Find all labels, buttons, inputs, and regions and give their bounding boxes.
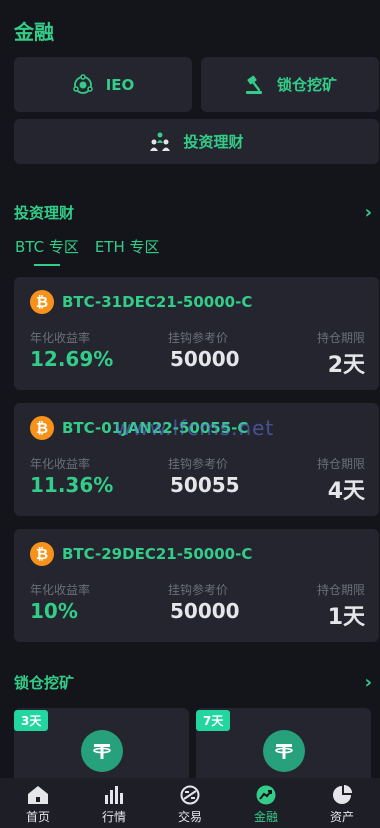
term-label: 持仓期限 [316, 331, 365, 345]
product-card[interactable]: ₿ BTC-31DEC21-50000-C 年化收益率 挂钩参考价 持仓期限 1… [14, 277, 379, 390]
tab-label: 行情 [101, 810, 126, 824]
home-icon [28, 786, 48, 804]
term-label: 持仓期限 [316, 457, 365, 471]
investment-people-icon [149, 131, 171, 153]
lock-mining-section-title: 锁仓挖矿 [14, 674, 75, 692]
annual-yield-value: 12.69% [30, 347, 114, 371]
term-label: 持仓期限 [316, 583, 365, 597]
bottom-tab-bar: 首页 行情 交易 金融 资产 [0, 778, 380, 828]
ieo-orbit-icon [72, 73, 94, 96]
lock-mining-label: 锁仓挖矿 [276, 76, 337, 94]
lock-mining-tile[interactable]: 锁仓挖矿 [201, 57, 379, 112]
market-bars-icon [105, 786, 123, 804]
product-name: BTC-29DEC21-50000-C [62, 545, 253, 563]
tab-label: 交易 [177, 810, 202, 824]
annual-yield-label: 年化收益率 [30, 457, 91, 471]
lock-mining-section-header[interactable]: 锁仓挖矿 › [14, 672, 372, 693]
page-title: 金融 [14, 20, 54, 44]
watermark: www.lfcms.net [115, 416, 275, 440]
duration-badge: 3天 [14, 710, 49, 731]
bitcoin-icon: ₿ [30, 290, 54, 314]
term-value: 1天 [327, 605, 365, 630]
bitcoin-icon: ₿ [30, 542, 54, 566]
investment-label: 投资理财 [183, 133, 244, 151]
chevron-right-icon[interactable]: › [365, 672, 372, 693]
annual-yield-label: 年化收益率 [30, 583, 91, 597]
bitcoin-icon: ₿ [30, 416, 54, 440]
tab-market[interactable]: 行情 [76, 778, 152, 828]
chevron-right-icon[interactable]: › [365, 202, 372, 223]
annual-yield-label: 年化收益率 [30, 331, 91, 345]
ref-price-value: 50000 [170, 347, 240, 371]
ref-price-label: 挂钩参考价 [168, 457, 229, 471]
annual-yield-value: 10% [30, 599, 78, 623]
finance-trend-icon [256, 785, 276, 805]
ref-price-label: 挂钩参考价 [168, 583, 229, 597]
tab-assets[interactable]: 资产 [304, 778, 380, 828]
tab-home[interactable]: 首页 [0, 778, 76, 828]
ieo-label: IEO [105, 75, 135, 94]
tether-icon [263, 730, 305, 772]
pickaxe-icon [243, 74, 265, 96]
mining-card[interactable]: 7天 [196, 708, 371, 788]
tab-label: 金融 [253, 810, 278, 824]
ref-price-value: 50000 [170, 599, 240, 623]
term-value: 2天 [327, 353, 365, 378]
tab-finance[interactable]: 金融 [228, 778, 304, 828]
product-name: BTC-31DEC21-50000-C [62, 293, 253, 311]
tab-label: 首页 [25, 810, 50, 824]
ieo-tile[interactable]: IEO [14, 57, 192, 112]
tab-label: 资产 [329, 810, 354, 824]
product-card[interactable]: ₿ BTC-29DEC21-50000-C 年化收益率 挂钩参考价 持仓期限 1… [14, 529, 379, 642]
mining-card[interactable]: 3天 [14, 708, 189, 788]
duration-badge: 7天 [196, 710, 231, 731]
investment-tile[interactable]: 投资理财 [14, 119, 379, 164]
coin-zone-tabs: BTC 专区 ETH 专区 [15, 236, 176, 266]
trade-icon [180, 785, 200, 805]
investment-section-title: 投资理财 [14, 204, 75, 222]
ref-price-value: 50055 [170, 473, 240, 497]
tab-trade[interactable]: 交易 [152, 778, 228, 828]
assets-pie-icon [333, 785, 352, 804]
investment-section-header[interactable]: 投资理财 › [14, 202, 372, 223]
tab-btc-zone[interactable]: BTC 专区 [15, 236, 79, 266]
ref-price-label: 挂钩参考价 [168, 331, 229, 345]
term-value: 4天 [327, 479, 365, 504]
tether-icon [81, 730, 123, 772]
tab-eth-zone[interactable]: ETH 专区 [95, 236, 160, 266]
annual-yield-value: 11.36% [30, 473, 114, 497]
